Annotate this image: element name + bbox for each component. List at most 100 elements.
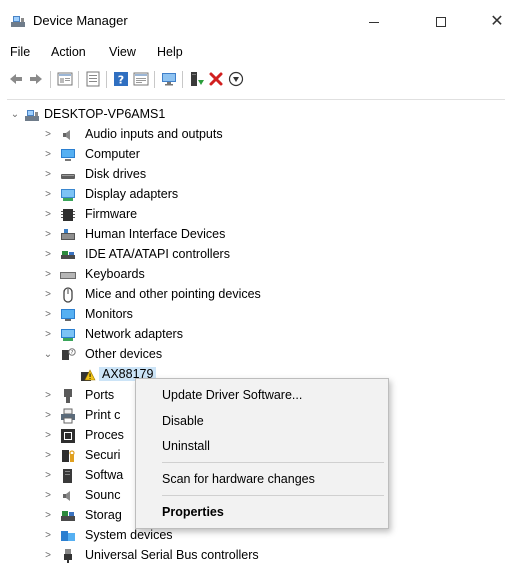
tree-item-keyboards[interactable]: > Keyboards [7,265,497,285]
help-icon[interactable]: ? [113,71,129,87]
tree-item-label: Network adapters [85,327,183,341]
chevron-down-icon[interactable]: ⌄ [9,108,21,120]
tree-item-label: IDE ATA/ATAPI controllers [85,247,230,261]
uninstall-x-icon[interactable] [208,71,224,87]
hid-keyboard-icon [61,229,75,240]
keyboard-icon [60,272,76,279]
tree-item-label: Audio inputs and outputs [85,127,223,141]
tree-item-label: Proces [85,428,124,442]
chevron-right-icon[interactable]: > [42,509,54,521]
update-driver-icon[interactable] [189,71,205,87]
menu-action[interactable]: Action [51,45,86,59]
download-circle-icon[interactable] [228,71,244,87]
menu-disable[interactable]: Disable [162,414,204,428]
chevron-right-icon[interactable]: > [42,128,54,140]
back-arrow-icon[interactable] [8,71,24,87]
tree-item-computer[interactable]: > Computer [7,145,497,165]
tree-item-display[interactable]: > Display adapters [7,185,497,205]
sound-icon [63,491,70,501]
menu-update-driver[interactable]: Update Driver Software... [162,388,302,402]
ide-controller-icon [61,251,75,259]
storage-controller-icon [61,511,75,521]
tree-item-label: Storag [85,508,122,522]
minimize-button[interactable] [351,8,397,36]
tree-item-ide[interactable]: > IDE ATA/ATAPI controllers [7,245,497,265]
tree-item-usb[interactable]: > Universal Serial Bus controllers [7,546,497,566]
context-menu-separator [162,495,384,496]
chevron-right-icon[interactable]: > [42,449,54,461]
processor-icon [61,429,75,443]
tree-item-monitors[interactable]: > Monitors [7,305,497,325]
chevron-right-icon[interactable]: > [42,288,54,300]
warning-device-icon [81,369,96,381]
tree-item-audio[interactable]: > Audio inputs and outputs [7,125,497,145]
tree-item-other[interactable]: ⌄ ? Other devices [7,345,497,365]
port-icon [64,389,72,403]
unknown-device-icon: ? [62,348,76,360]
computer-root-icon [25,110,39,121]
chevron-right-icon[interactable]: > [42,188,54,200]
title-bar: Device Manager ✕ [0,0,512,40]
show-hide-tree-icon[interactable] [57,71,73,87]
context-menu: Update Driver Software... Disable Uninst… [135,378,389,529]
chevron-right-icon[interactable]: > [42,168,54,180]
security-device-icon [62,450,75,462]
window-title: Device Manager [33,13,128,28]
maximize-button[interactable] [418,8,464,36]
menu-file[interactable]: File [10,45,30,59]
chevron-down-icon[interactable]: ⌄ [42,348,54,360]
tree-item-hid[interactable]: > Human Interface Devices [7,225,497,245]
tree-item-mice[interactable]: > Mice and other pointing devices [7,285,497,305]
chevron-right-icon[interactable]: > [42,549,54,561]
tree-item-label: Firmware [85,207,138,221]
menu-view[interactable]: View [109,45,136,59]
tree-item-system[interactable]: > System devices [7,526,497,546]
chevron-right-icon[interactable]: > [42,268,54,280]
tree-item-label: Print c [85,408,121,422]
forward-arrow-icon[interactable] [28,71,44,87]
chevron-right-icon[interactable]: > [42,469,54,481]
view-resources-icon[interactable] [133,71,149,87]
device-manager-icon [11,16,25,27]
chevron-right-icon[interactable]: > [42,208,54,220]
mouse-icon [63,287,73,303]
tree-item-label: Keyboards [85,267,145,281]
tree-item-label: Securi [85,448,121,462]
chevron-right-icon[interactable]: > [42,328,54,340]
svg-text:?: ? [118,74,124,87]
chevron-right-icon[interactable]: > [42,429,54,441]
maximize-icon [436,17,446,27]
tree-item-label: Softwa [85,468,124,482]
chevron-right-icon[interactable]: > [42,409,54,421]
tree-item-label: Mice and other pointing devices [85,287,261,301]
tree-item-network[interactable]: > Network adapters [7,325,497,345]
tree-item-label: Ports [85,388,115,402]
chevron-right-icon[interactable]: > [42,248,54,260]
tree-item-label: Display adapters [85,187,179,201]
properties-sheet-icon[interactable] [85,71,101,87]
tree-item-label: Monitors [85,307,133,321]
root-label: DESKTOP-VP6AMS1 [44,107,166,121]
menu-scan-hardware[interactable]: Scan for hardware changes [162,472,315,486]
chevron-right-icon[interactable]: > [42,529,54,541]
chevron-right-icon[interactable]: > [42,389,54,401]
computer-icon [61,149,75,161]
scan-hardware-icon[interactable] [161,71,177,87]
tree-root[interactable]: ⌄ DESKTOP-VP6AMS1 [7,105,497,125]
chevron-right-icon[interactable]: > [42,308,54,320]
menu-help[interactable]: Help [157,45,183,59]
menu-properties[interactable]: Properties [162,505,224,519]
close-button[interactable]: ✕ [474,8,512,36]
chevron-right-icon[interactable]: > [42,228,54,240]
toolbar: ? [0,64,512,94]
chevron-right-icon[interactable]: > [42,148,54,160]
menu-uninstall[interactable]: Uninstall [162,439,210,453]
chevron-right-icon[interactable]: > [42,489,54,501]
tree-item-label: Universal Serial Bus controllers [85,548,259,562]
tree-item-disk[interactable]: > Disk drives [7,165,497,185]
system-devices-icon [61,531,75,541]
device-manager-window: Device Manager ✕ File Action View Help ? [0,0,512,584]
disk-drive-icon [61,174,75,179]
tree-item-firmware[interactable]: > Firmware [7,205,497,225]
display-adapter-icon [61,189,75,201]
